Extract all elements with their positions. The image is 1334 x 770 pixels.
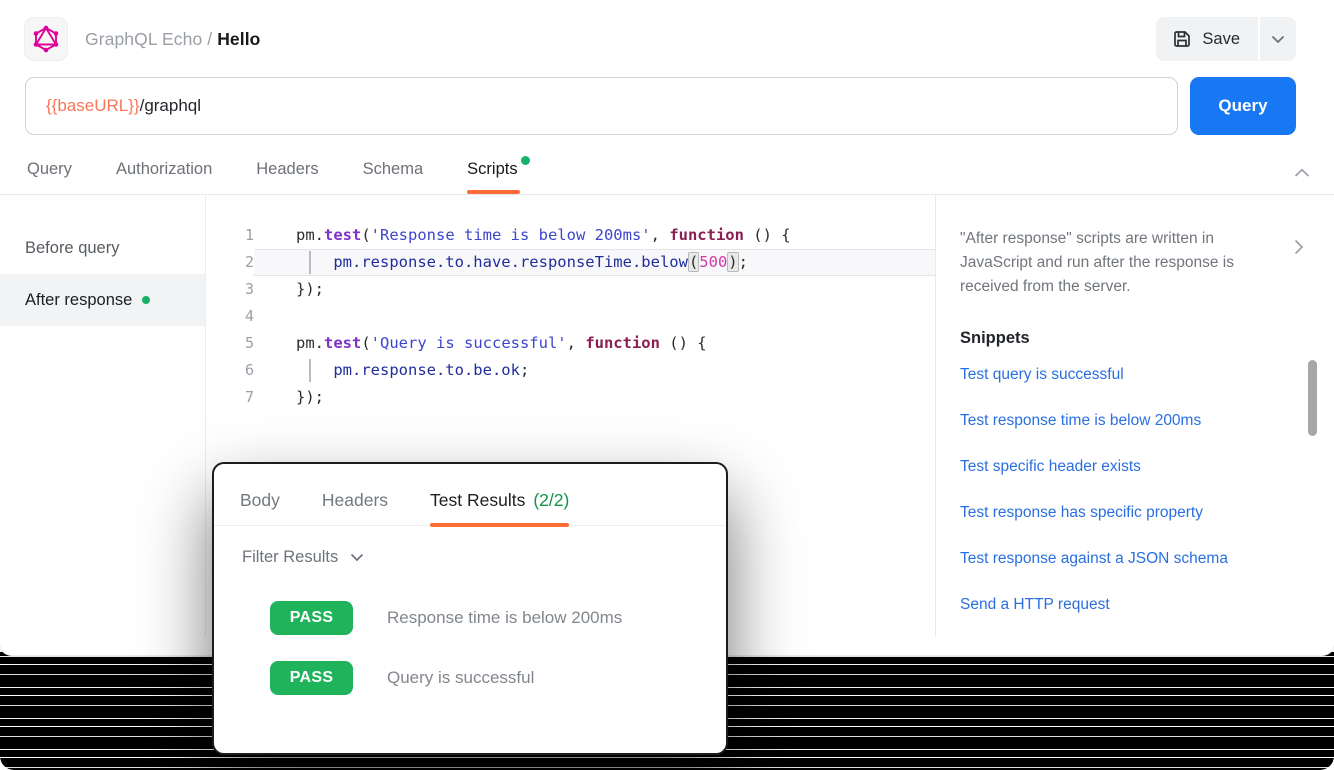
code-text: pm.response.to.have.responseTime.below(5… xyxy=(254,249,935,276)
response-tab-bar: Body Headers Test Results(2/2) xyxy=(214,464,726,526)
save-button-label: Save xyxy=(1202,30,1240,49)
app-window: GraphQL Echo / Hello Save xyxy=(0,0,1334,770)
tab-scripts[interactable]: Scripts xyxy=(467,160,517,194)
line-number: 6 xyxy=(206,357,254,384)
test-result-label: Query is successful xyxy=(387,668,534,688)
query-button[interactable]: Query xyxy=(1190,77,1296,135)
code-text: pm.test('Query is successful', function … xyxy=(254,330,935,357)
code-line: 1pm.test('Response time is below 200ms',… xyxy=(206,222,935,249)
snippet-link-test-response-time-is-below-200ms[interactable]: Test response time is below 200ms xyxy=(960,412,1274,430)
test-pass-count: (2/2) xyxy=(533,490,569,510)
url-input[interactable]: {{baseURL}}/graphql xyxy=(25,77,1178,135)
url-path: /graphql xyxy=(140,96,201,116)
chevron-up-icon xyxy=(1294,168,1310,178)
response-tab-body[interactable]: Body xyxy=(240,490,280,525)
breadcrumb-collection[interactable]: GraphQL Echo xyxy=(85,29,202,49)
save-icon xyxy=(1172,29,1192,49)
tab-authorization[interactable]: Authorization xyxy=(116,160,212,194)
code-text: pm.response.to.be.ok; xyxy=(254,357,935,384)
sidebar-item-before-query[interactable]: Before query xyxy=(0,222,205,274)
test-result-row: PASS Query is successful xyxy=(270,661,726,695)
url-row: {{baseURL}}/graphql Query xyxy=(0,69,1334,135)
snippets-list: Test query is successful Test response ti… xyxy=(960,366,1274,614)
line-number: 5 xyxy=(206,330,254,357)
code-line: 2 pm.response.to.have.responseTime.below… xyxy=(206,249,935,276)
docs-panel: "After response" scripts are written in … xyxy=(935,195,1334,637)
snippet-link-test-specific-header-exists[interactable]: Test specific header exists xyxy=(960,458,1274,476)
code-text: }); xyxy=(254,276,935,303)
chevron-down-icon xyxy=(350,553,364,562)
line-number: 7 xyxy=(206,384,254,411)
docs-description: "After response" scripts are written in … xyxy=(960,227,1260,299)
test-result-row: PASS Response time is below 200ms xyxy=(270,601,726,635)
line-number: 3 xyxy=(206,276,254,303)
code-line: 6 pm.response.to.be.ok; xyxy=(206,357,935,384)
unsaved-changes-dot xyxy=(521,156,530,165)
tab-query[interactable]: Query xyxy=(27,160,72,194)
snippets-title: Snippets xyxy=(960,329,1274,348)
breadcrumb-text: GraphQL Echo / Hello xyxy=(85,29,260,50)
line-number: 2 xyxy=(206,249,254,276)
graphql-logo-icon xyxy=(24,17,68,61)
indent-guide xyxy=(309,251,311,274)
filter-results-dropdown[interactable]: Filter Results xyxy=(214,526,726,567)
breadcrumb-separator: / xyxy=(202,29,217,49)
code-line: 3}); xyxy=(206,276,935,303)
code-text: }); xyxy=(254,384,935,411)
request-tab-bar: Query Authorization Headers Schema Scripts xyxy=(0,135,1334,195)
script-active-dot xyxy=(142,296,150,304)
code-text: pm.test('Response time is below 200ms', … xyxy=(254,222,935,249)
sidebar-item-label: After response xyxy=(25,291,132,310)
sidebar-item-label: Before query xyxy=(25,239,119,258)
breadcrumb-request: Hello xyxy=(217,29,260,49)
code-text xyxy=(254,303,935,330)
breadcrumb: GraphQL Echo / Hello xyxy=(24,17,260,61)
tab-schema[interactable]: Schema xyxy=(363,160,424,194)
line-number: 4 xyxy=(206,303,254,330)
test-result-label: Response time is below 200ms xyxy=(387,608,622,628)
filter-results-label: Filter Results xyxy=(242,548,338,567)
pass-status-badge: PASS xyxy=(270,661,353,695)
sidebar-item-after-response[interactable]: After response xyxy=(0,274,205,326)
snippet-link-test-response-against-a-json-schema[interactable]: Test response against a JSON schema xyxy=(960,550,1274,568)
test-results-list: PASS Response time is below 200ms PASS Quer… xyxy=(214,567,726,695)
scrollbar-thumb[interactable] xyxy=(1308,360,1317,436)
code-line: 5pm.test('Query is successful', function… xyxy=(206,330,935,357)
test-results-popup: Body Headers Test Results(2/2) Filter Resu… xyxy=(212,462,728,755)
snippet-link-send-a-http-request[interactable]: Send a HTTP request xyxy=(960,596,1274,614)
pass-status-badge: PASS xyxy=(270,601,353,635)
snippet-link-test-response-has-specific-property[interactable]: Test response has specific property xyxy=(960,504,1274,522)
chevron-right-icon[interactable] xyxy=(1294,239,1304,255)
tab-headers[interactable]: Headers xyxy=(256,160,318,194)
chevron-down-icon xyxy=(1271,35,1285,44)
save-button[interactable]: Save xyxy=(1156,17,1258,61)
url-variable: {{baseURL}} xyxy=(46,96,140,116)
code-line: 7}); xyxy=(206,384,935,411)
code-line: 4 xyxy=(206,303,935,330)
snippet-link-test-query-is-successful[interactable]: Test query is successful xyxy=(960,366,1274,384)
collapse-panel-button[interactable] xyxy=(1294,168,1310,178)
save-dropdown-button[interactable] xyxy=(1260,17,1296,61)
line-number: 1 xyxy=(206,222,254,249)
indent-guide xyxy=(309,359,311,382)
save-button-group: Save xyxy=(1156,17,1296,61)
response-tab-test-results[interactable]: Test Results(2/2) xyxy=(430,490,569,525)
script-sidebar: Before query After response xyxy=(0,195,206,637)
top-bar: GraphQL Echo / Hello Save xyxy=(0,0,1334,69)
response-tab-headers[interactable]: Headers xyxy=(322,490,388,525)
